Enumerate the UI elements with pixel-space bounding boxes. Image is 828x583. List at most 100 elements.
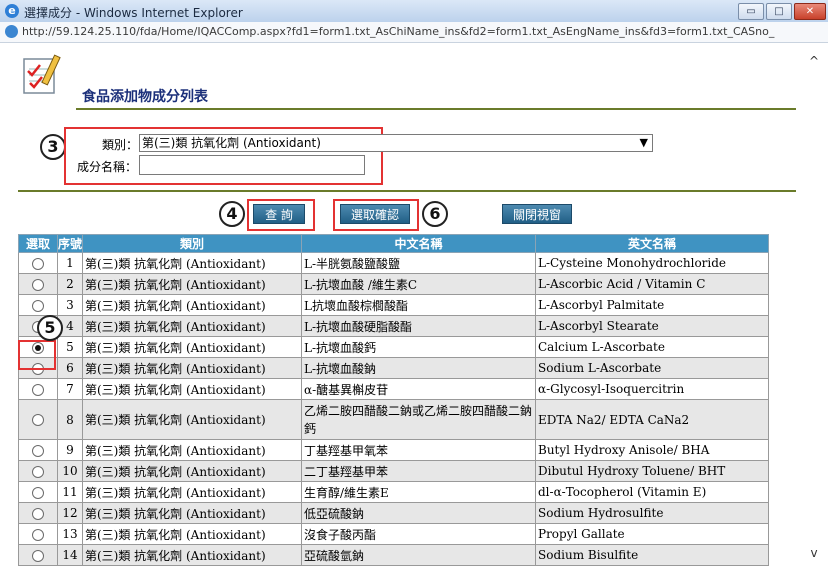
row-number: 5	[57, 336, 83, 358]
address-bar[interactable]: http://59.124.25.110/fda/Home/IQACComp.a…	[0, 22, 828, 43]
row-number: 14	[57, 544, 83, 566]
row-select-cell[interactable]	[18, 439, 58, 461]
close-popup-button[interactable]: 關閉視窗	[502, 204, 572, 224]
select-radio[interactable]	[32, 383, 44, 396]
radio-highlight	[18, 340, 56, 370]
form-divider	[18, 190, 796, 192]
scroll-down-icon[interactable]: v	[806, 546, 822, 560]
ingredient-table: 選取 序號 類別 中文名稱 英文名稱 1 第(三)類 抗氧化劑 (Antioxid…	[18, 234, 769, 566]
row-number: 7	[57, 378, 83, 400]
table-row[interactable]: 10 第(三)類 抗氧化劑 (Antioxidant) 二丁基羥基甲苯 Dibutul…	[18, 460, 769, 482]
select-radio[interactable]	[32, 486, 44, 499]
category-selected-value: 第(三)類 抗氧化劑 (Antioxidant)	[142, 136, 321, 150]
search-button[interactable]: 查 詢	[253, 204, 305, 224]
row-chinese-name: L-抗壞血酸鈉	[301, 357, 536, 379]
row-category: 第(三)類 抗氧化劑 (Antioxidant)	[82, 315, 302, 337]
window-titlebar: e 選擇成分 - Windows Internet Explorer ▭ □ ✕	[0, 0, 828, 23]
table-row[interactable]: 12 第(三)類 抗氧化劑 (Antioxidant) 低亞硫酸鈉 Sodium Hy…	[18, 502, 769, 524]
row-number: 1	[57, 252, 83, 274]
row-category: 第(三)類 抗氧化劑 (Antioxidant)	[82, 252, 302, 274]
scroll-up-icon[interactable]: ^	[806, 54, 822, 68]
row-category: 第(三)類 抗氧化劑 (Antioxidant)	[82, 378, 302, 400]
minimize-button[interactable]: ▭	[738, 3, 764, 20]
category-select[interactable]: 第(三)類 抗氧化劑 (Antioxidant) ▼	[139, 134, 653, 152]
table-row[interactable]: 2 第(三)類 抗氧化劑 (Antioxidant) L-抗壞血酸 /維生素C L-A…	[18, 273, 769, 295]
row-chinese-name: L-抗壞血酸硬脂酸酯	[301, 315, 536, 337]
table-row[interactable]: 6 第(三)類 抗氧化劑 (Antioxidant) L-抗壞血酸鈉 Sodium L…	[18, 357, 769, 379]
table-row[interactable]: 8 第(三)類 抗氧化劑 (Antioxidant) 乙烯二胺四醋酸二鈉或乙烯二胺四…	[18, 399, 769, 440]
page-icon	[5, 25, 18, 38]
row-number: 13	[57, 523, 83, 545]
category-label: 類別：	[102, 138, 139, 152]
step-badge-3: 3	[40, 134, 66, 160]
select-radio[interactable]	[32, 299, 44, 312]
row-category: 第(三)類 抗氧化劑 (Antioxidant)	[82, 502, 302, 524]
address-url[interactable]: http://59.124.25.110/fda/Home/IQACComp.a…	[22, 25, 774, 38]
confirm-selection-button[interactable]: 選取確認	[340, 204, 410, 224]
step-badge-5: 5	[37, 315, 63, 341]
maximize-button[interactable]: □	[766, 3, 792, 20]
row-category: 第(三)類 抗氧化劑 (Antioxidant)	[82, 294, 302, 316]
row-chinese-name: 丁基羥基甲氧苯	[301, 439, 536, 461]
row-chinese-name: 二丁基羥基甲苯	[301, 460, 536, 482]
table-row[interactable]: 5 第(三)類 抗氧化劑 (Antioxidant) L-抗壞血酸鈣 Calcium …	[18, 336, 769, 358]
row-select-cell[interactable]	[18, 252, 58, 274]
close-window-button[interactable]: ✕	[794, 3, 826, 20]
row-select-cell[interactable]	[18, 273, 58, 295]
row-number: 12	[57, 502, 83, 524]
select-radio[interactable]	[32, 465, 44, 478]
row-category: 第(三)類 抗氧化劑 (Antioxidant)	[82, 460, 302, 482]
row-select-cell[interactable]	[18, 523, 58, 545]
select-radio[interactable]	[32, 414, 44, 426]
row-english-name: dl-α-Tocopherol (Vitamin E)	[535, 481, 769, 503]
select-radio[interactable]	[32, 507, 44, 520]
page-title: 食品添加物成分列表	[82, 89, 208, 105]
table-row[interactable]: 13 第(三)類 抗氧化劑 (Antioxidant) 沒食子酸丙酯 Propyl G…	[18, 523, 769, 545]
table-row[interactable]: 1 第(三)類 抗氧化劑 (Antioxidant) L-半胱氨酸鹽酸鹽 L-Cyst…	[18, 252, 769, 274]
header-chinese-name: 中文名稱	[301, 234, 536, 253]
row-number: 11	[57, 481, 83, 503]
row-category: 第(三)類 抗氧化劑 (Antioxidant)	[82, 544, 302, 566]
row-english-name: Sodium Hydrosulfite	[535, 502, 769, 524]
row-english-name: Dibutul Hydroxy Toluene/ BHT	[535, 460, 769, 482]
table-row[interactable]: 3 第(三)類 抗氧化劑 (Antioxidant) L抗壞血酸棕櫚酸酯 L-Asco…	[18, 294, 769, 316]
row-number: 2	[57, 273, 83, 295]
row-select-cell[interactable]	[18, 544, 58, 566]
table-header-row: 選取 序號 類別 中文名稱 英文名稱	[18, 234, 769, 253]
row-chinese-name: 生育醇/維生素E	[301, 481, 536, 503]
table-row[interactable]: 7 第(三)類 抗氧化劑 (Antioxidant) α-醣基異槲皮苷 α-Glyco…	[18, 378, 769, 400]
table-row[interactable]: 14 第(三)類 抗氧化劑 (Antioxidant) 亞硫酸氫鈉 Sodium Bi…	[18, 544, 769, 566]
select-radio[interactable]	[32, 444, 44, 457]
select-radio[interactable]	[32, 549, 44, 562]
row-english-name: Sodium L-Ascorbate	[535, 357, 769, 379]
ingredient-name-input[interactable]	[139, 155, 365, 175]
select-radio[interactable]	[32, 528, 44, 541]
table-row[interactable]: 9 第(三)類 抗氧化劑 (Antioxidant) 丁基羥基甲氧苯 Butyl Hy…	[18, 439, 769, 461]
row-select-cell[interactable]	[18, 502, 58, 524]
row-select-cell[interactable]	[18, 481, 58, 503]
row-number: 10	[57, 460, 83, 482]
row-select-cell[interactable]	[18, 378, 58, 400]
row-english-name: α-Glycosyl-Isoquercitrin	[535, 378, 769, 400]
select-radio[interactable]	[32, 257, 44, 270]
row-english-name: L-Ascorbyl Palmitate	[535, 294, 769, 316]
row-english-name: L-Ascorbic Acid / Vitamin C	[535, 273, 769, 295]
table-row[interactable]: 4 第(三)類 抗氧化劑 (Antioxidant) L-抗壞血酸硬脂酸酯 L-Asc…	[18, 315, 769, 337]
name-label: 成分名稱：	[77, 160, 138, 174]
row-english-name: L-Ascorbyl Stearate	[535, 315, 769, 337]
table-row[interactable]: 11 第(三)類 抗氧化劑 (Antioxidant) 生育醇/維生素E dl-α-T…	[18, 481, 769, 503]
row-number: 3	[57, 294, 83, 316]
row-select-cell[interactable]	[18, 399, 58, 440]
select-radio[interactable]	[32, 278, 44, 291]
chevron-down-icon: ▼	[639, 136, 648, 149]
row-english-name: Calcium L-Ascorbate	[535, 336, 769, 358]
header-select: 選取	[18, 234, 58, 253]
row-select-cell[interactable]	[18, 460, 58, 482]
row-select-cell[interactable]	[18, 294, 58, 316]
row-category: 第(三)類 抗氧化劑 (Antioxidant)	[82, 481, 302, 503]
row-category: 第(三)類 抗氧化劑 (Antioxidant)	[82, 357, 302, 379]
step-badge-4: 4	[219, 201, 245, 227]
row-english-name: Sodium Bisulfite	[535, 544, 769, 566]
row-english-name: L-Cysteine Monohydrochloride	[535, 252, 769, 274]
notepad-icon	[23, 54, 61, 94]
